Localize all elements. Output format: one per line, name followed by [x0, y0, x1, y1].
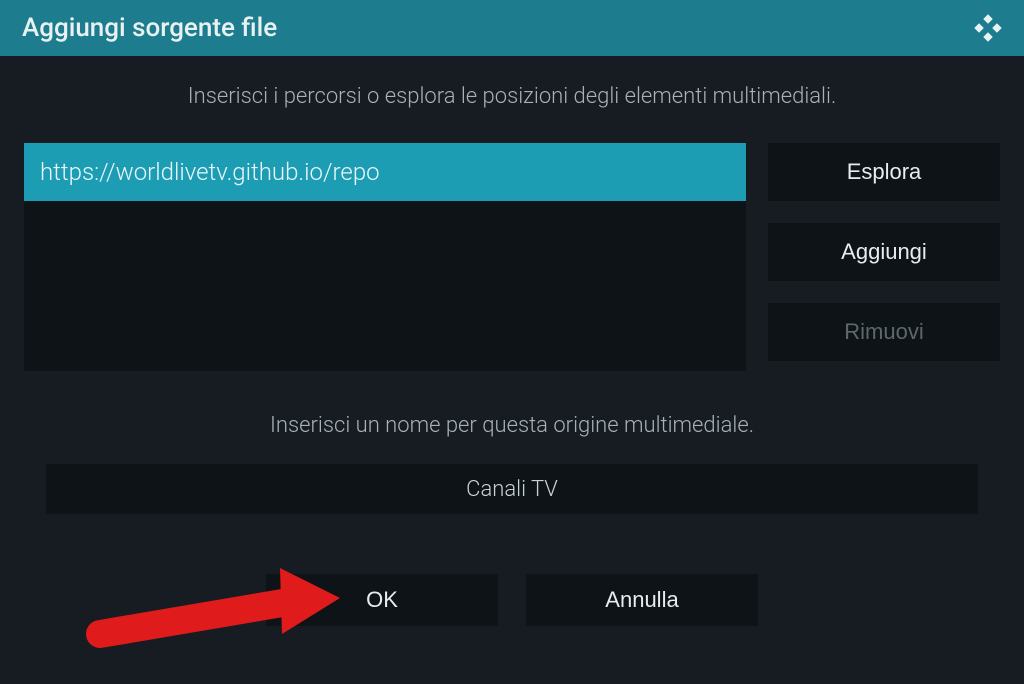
- dialog-content: Inserisci i percorsi o esplora le posizi…: [0, 56, 1024, 626]
- name-instruction: Inserisci un nome per questa origine mul…: [24, 413, 1000, 438]
- dialog-window: Aggiungi sorgente file Inserisci i perco…: [0, 0, 1024, 684]
- footer-buttons: OK Annulla: [24, 574, 1000, 626]
- path-list[interactable]: [24, 201, 746, 371]
- cancel-button[interactable]: Annulla: [526, 574, 758, 626]
- source-name-input[interactable]: Canali TV: [46, 464, 978, 514]
- paths-instruction: Inserisci i percorsi o esplora le posizi…: [24, 84, 1000, 109]
- titlebar: Aggiungi sorgente file: [0, 0, 1024, 56]
- browse-button[interactable]: Esplora: [768, 143, 1000, 201]
- dialog-title: Aggiungi sorgente file: [22, 13, 277, 43]
- path-area: https://worldlivetv.github.io/repo: [24, 143, 746, 371]
- add-button[interactable]: Aggiungi: [768, 223, 1000, 281]
- paths-row: https://worldlivetv.github.io/repo Esplo…: [24, 143, 1000, 371]
- remove-button: Rimuovi: [768, 303, 1000, 361]
- side-buttons: Esplora Aggiungi Rimuovi: [768, 143, 1000, 371]
- path-input[interactable]: https://worldlivetv.github.io/repo: [24, 143, 746, 201]
- kodi-logo-icon: [974, 14, 1002, 42]
- ok-button[interactable]: OK: [266, 574, 498, 626]
